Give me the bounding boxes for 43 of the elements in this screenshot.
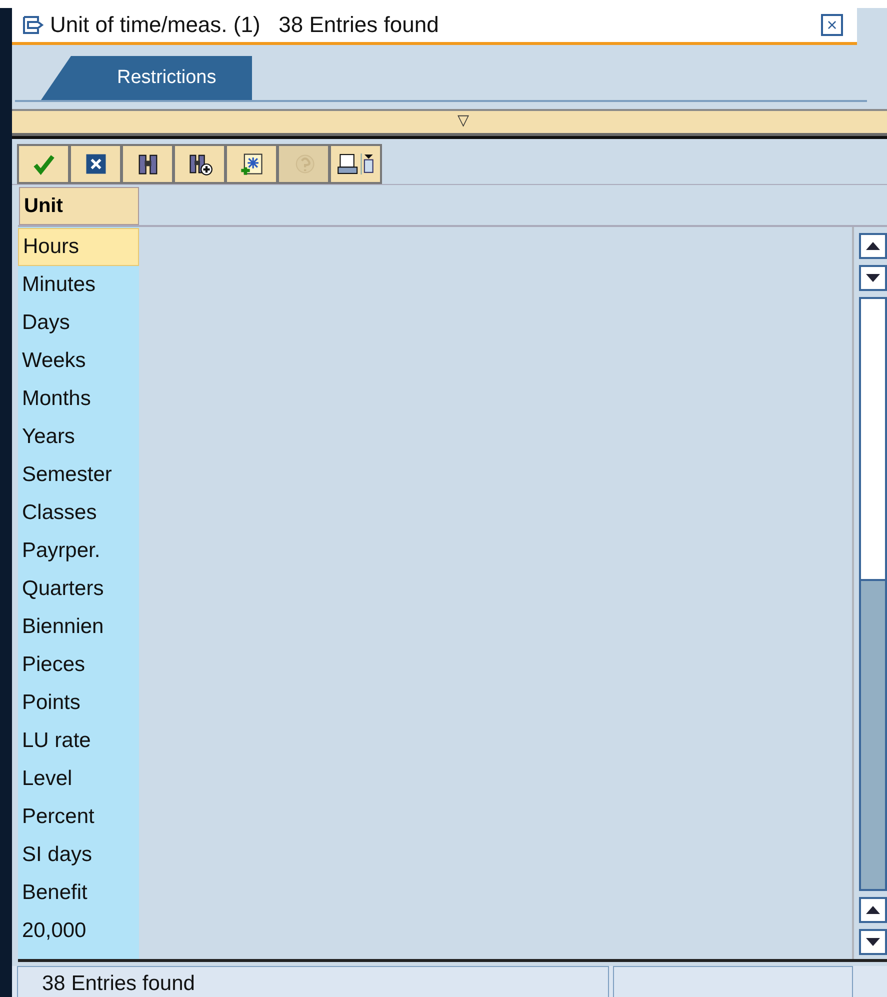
table-cell[interactable]: Percent xyxy=(18,798,139,836)
sparkle-document-icon xyxy=(238,151,264,177)
cancel-button[interactable] xyxy=(71,146,120,182)
triangle-down-icon xyxy=(866,938,880,946)
table-cell[interactable]: Benefit xyxy=(18,874,139,912)
triangle-down-icon xyxy=(866,274,880,282)
table-cell[interactable]: Months xyxy=(18,380,139,418)
table-cell[interactable]: Biennien xyxy=(18,608,139,646)
scroll-down-button[interactable] xyxy=(859,929,887,955)
table-cell[interactable]: Payrper. xyxy=(18,532,139,570)
table-cell[interactable]: Weeks xyxy=(18,342,139,380)
table-cell[interactable]: Classes xyxy=(18,494,139,532)
column-header[interactable]: Unit xyxy=(19,187,139,225)
tab[interactable]: Restrictions xyxy=(41,56,252,100)
scrollbar[interactable] xyxy=(859,297,887,891)
table-cell[interactable]: Points xyxy=(18,684,139,722)
triangle-up-icon xyxy=(866,242,880,250)
table-cell[interactable]: Days xyxy=(18,304,139,342)
window-title: Unit of time/meas. (1) 38 Entries found xyxy=(50,12,439,38)
close-button[interactable]: × xyxy=(821,14,843,36)
findnext-button[interactable] xyxy=(175,146,224,182)
status-message: 38 Entries found xyxy=(17,966,609,997)
print-button[interactable] xyxy=(331,146,380,182)
find-button[interactable] xyxy=(123,146,172,182)
scroll-up-button[interactable] xyxy=(859,233,887,259)
table-cell[interactable]: Years xyxy=(18,418,139,456)
window-icon xyxy=(22,15,44,35)
collapse-toggle[interactable]: ▽ xyxy=(458,112,470,129)
table-cell[interactable]: Level xyxy=(18,760,139,798)
table-cell[interactable]: Pieces xyxy=(18,646,139,684)
check-button[interactable] xyxy=(19,146,68,182)
table-cell[interactable]: Minutes xyxy=(18,266,139,304)
table-cell[interactable]: Semester xyxy=(18,456,139,494)
scroll-up-button[interactable] xyxy=(859,897,887,923)
newsel-button[interactable] xyxy=(227,146,276,182)
table-cell[interactable]: Hours xyxy=(18,228,139,266)
scroll-down-button[interactable] xyxy=(859,265,887,291)
printer-icon xyxy=(336,151,376,177)
triangle-up-icon xyxy=(866,906,880,914)
table-cell[interactable]: LU rate xyxy=(18,722,139,760)
table-cell[interactable]: 20,000 xyxy=(18,912,139,950)
table-cell[interactable]: Quarters xyxy=(18,570,139,608)
table-cell[interactable]: SI days xyxy=(18,836,139,874)
